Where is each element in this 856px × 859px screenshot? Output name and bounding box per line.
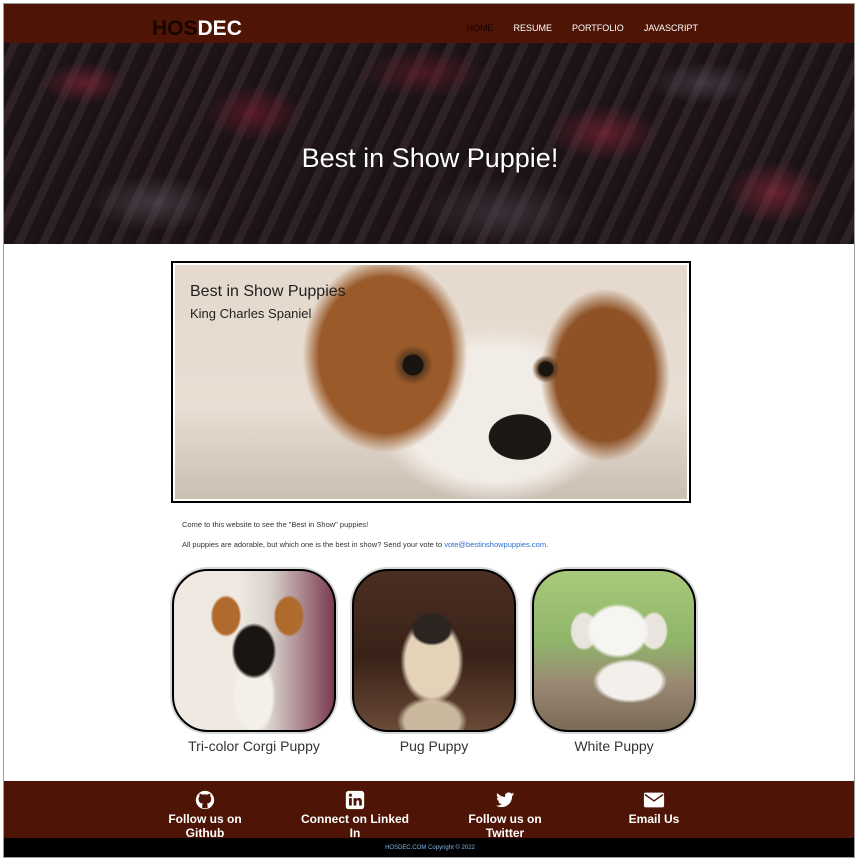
pug-photo xyxy=(352,569,516,732)
page-frame: HOSDEC HOME RESUME PORTFOLIO JAVASCRIPT … xyxy=(3,3,855,858)
hero-banner: Best in Show Puppie! xyxy=(4,43,854,244)
vote-text-label: All puppies are adorable, but which one … xyxy=(182,540,445,549)
puppy-card-white: White Puppy xyxy=(532,569,696,754)
linkedin-icon xyxy=(345,790,365,810)
footer-link-label: Email Us xyxy=(628,812,680,826)
brand-dec: DEC xyxy=(197,17,242,40)
hero-title: Best in Show Puppie! xyxy=(301,143,559,173)
vote-text: All puppies are adorable, but which one … xyxy=(182,540,548,549)
featured-subtitle: King Charles Spaniel xyxy=(190,306,312,321)
puppy-card-pug: Pug Puppy xyxy=(352,569,516,754)
white-puppy-photo xyxy=(532,569,696,732)
footer-link-twitter[interactable]: Follow us on Twitter xyxy=(450,789,560,840)
nav-item-resume[interactable]: RESUME xyxy=(513,23,552,33)
brand-logo[interactable]: HOSDEC xyxy=(152,17,242,41)
puppy-card-corgi: Tri-color Corgi Puppy xyxy=(172,569,336,754)
vote-text-end: . xyxy=(546,540,549,549)
featured-title: Best in Show Puppies xyxy=(190,283,346,300)
copyright-bar: HOSDEC.COM Copyright © 2022 xyxy=(4,838,854,857)
nav-item-javascript[interactable]: JAVASCRIPT xyxy=(644,23,698,33)
featured-photo-spaniel: Best in Show Puppies King Charles Spanie… xyxy=(175,265,687,499)
nav-menu: HOME RESUME PORTFOLIO JAVASCRIPT xyxy=(446,23,698,33)
nav-item-home[interactable]: HOME xyxy=(466,23,493,33)
brand-hos: HOS xyxy=(152,17,198,40)
twitter-icon xyxy=(495,792,515,808)
corgi-photo xyxy=(172,569,336,732)
puppy-caption: Tri-color Corgi Puppy xyxy=(188,738,320,754)
featured-image: Best in Show Puppies King Charles Spanie… xyxy=(171,261,691,503)
intro-text: Come to this website to see the "Best in… xyxy=(182,520,369,529)
footer-link-label: Connect on Linked In xyxy=(301,812,409,840)
footer-link-label: Follow us on Github xyxy=(168,812,242,840)
footer-link-label: Follow us on Twitter xyxy=(468,812,542,840)
puppy-caption: Pug Puppy xyxy=(399,738,469,754)
envelope-icon xyxy=(643,792,665,808)
footer-link-github[interactable]: Follow us on Github xyxy=(150,789,260,840)
footer-link-email[interactable]: Email Us xyxy=(614,789,694,826)
footer-link-linkedin[interactable]: Connect on Linked In xyxy=(296,789,414,840)
navbar: HOSDEC HOME RESUME PORTFOLIO JAVASCRIPT xyxy=(4,4,854,43)
puppy-caption: White Puppy xyxy=(574,738,654,754)
footer: Follow us on Github Connect on Linked In… xyxy=(4,781,854,840)
github-icon xyxy=(195,790,215,810)
vote-email-link[interactable]: vote@bestinshowpuppies.com xyxy=(444,540,546,549)
nav-item-portfolio[interactable]: PORTFOLIO xyxy=(572,23,624,33)
